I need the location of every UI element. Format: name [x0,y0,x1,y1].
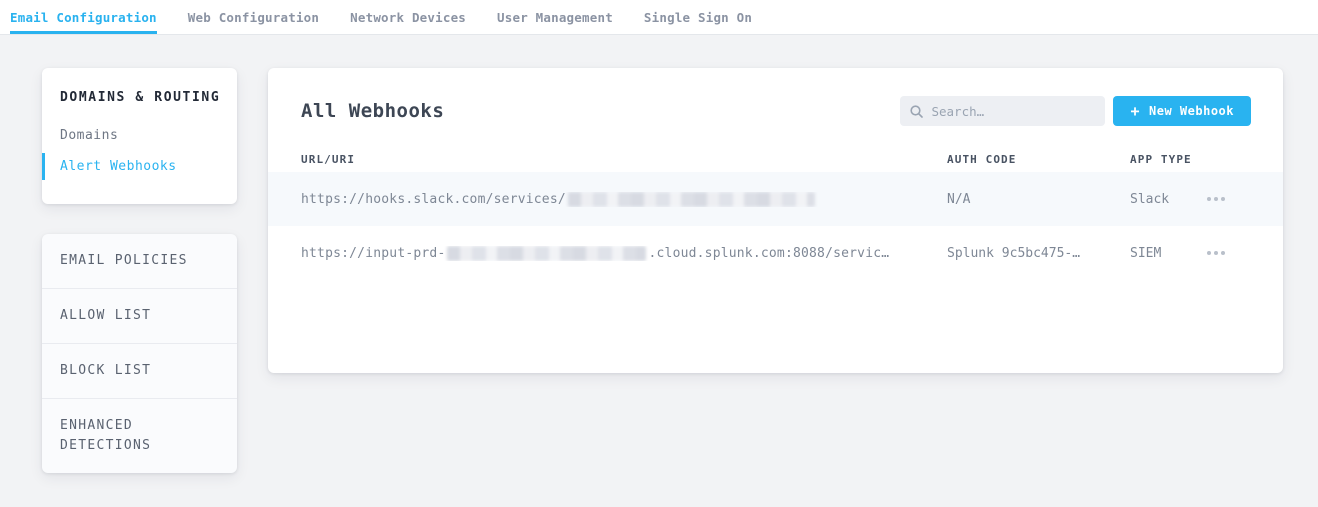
domains-routing-heading: DOMAINS & ROUTING [42,90,237,105]
webhook-url-text: https://hooks.slack.com/services/ [301,192,566,207]
sidebar-sections-card: EMAIL POLICIES ALLOW LIST BLOCK LIST ENH… [42,234,237,473]
webhooks-header: All Webhooks + New Webhook [268,68,1283,146]
page-content: DOMAINS & ROUTING Domains Alert Webhooks… [0,35,1318,473]
sidebar-item-domains[interactable]: Domains [42,122,237,149]
auth-code-cell: Splunk 9c5bc475-… [947,246,1130,261]
top-nav: Email Configuration Web Configuration Ne… [0,0,1318,35]
domains-routing-card: DOMAINS & ROUTING Domains Alert Webhooks [42,68,237,204]
webhook-url-cell: https://input-prd- .cloud.splunk.com:808… [301,246,947,261]
table-row: https://input-prd- .cloud.splunk.com:808… [268,226,1283,280]
sidebar: DOMAINS & ROUTING Domains Alert Webhooks… [42,68,237,473]
tab-email-configuration[interactable]: Email Configuration [10,0,157,34]
column-header-auth-code: AUTH CODE [947,153,1130,166]
tab-single-sign-on[interactable]: Single Sign On [644,0,752,34]
redacted-blur [568,192,815,207]
webhook-url-text: https://input-prd- [301,246,445,261]
app-type-cell: Slack [1130,192,1207,207]
sidebar-item-alert-webhooks[interactable]: Alert Webhooks [42,153,237,180]
sidebar-item-email-policies[interactable]: EMAIL POLICIES [42,234,237,288]
plus-icon: + [1130,104,1140,119]
app-type-cell: SIEM [1130,246,1207,261]
sidebar-item-allow-list[interactable]: ALLOW LIST [42,288,237,343]
search-icon [910,105,923,118]
tab-web-configuration[interactable]: Web Configuration [188,0,319,34]
sidebar-item-block-list[interactable]: BLOCK LIST [42,343,237,398]
tab-network-devices[interactable]: Network Devices [350,0,466,34]
new-webhook-label: New Webhook [1149,104,1234,118]
row-menu-ellipsis-icon[interactable] [1207,251,1229,255]
redacted-blur [447,246,646,261]
column-header-url: URL/URI [301,153,947,166]
search-box [900,96,1105,126]
search-input[interactable] [931,104,1095,119]
sidebar-item-enhanced-detections[interactable]: ENHANCED DETECTIONS [42,398,237,473]
table-row: https://hooks.slack.com/services/ N/A Sl… [268,172,1283,226]
tab-user-management[interactable]: User Management [497,0,613,34]
row-menu-ellipsis-icon[interactable] [1207,197,1229,201]
new-webhook-button[interactable]: + New Webhook [1113,96,1251,126]
webhooks-panel: All Webhooks + New Webhook URL/URI AUTH … [268,68,1283,373]
column-header-app-type: APP TYPE [1130,153,1207,166]
webhook-url-text: .cloud.splunk.com:8088/servic… [648,246,889,261]
table-header: URL/URI AUTH CODE APP TYPE [268,146,1283,172]
webhook-url-cell: https://hooks.slack.com/services/ [301,192,947,207]
page-title: All Webhooks [301,100,444,122]
auth-code-cell: N/A [947,192,1130,207]
